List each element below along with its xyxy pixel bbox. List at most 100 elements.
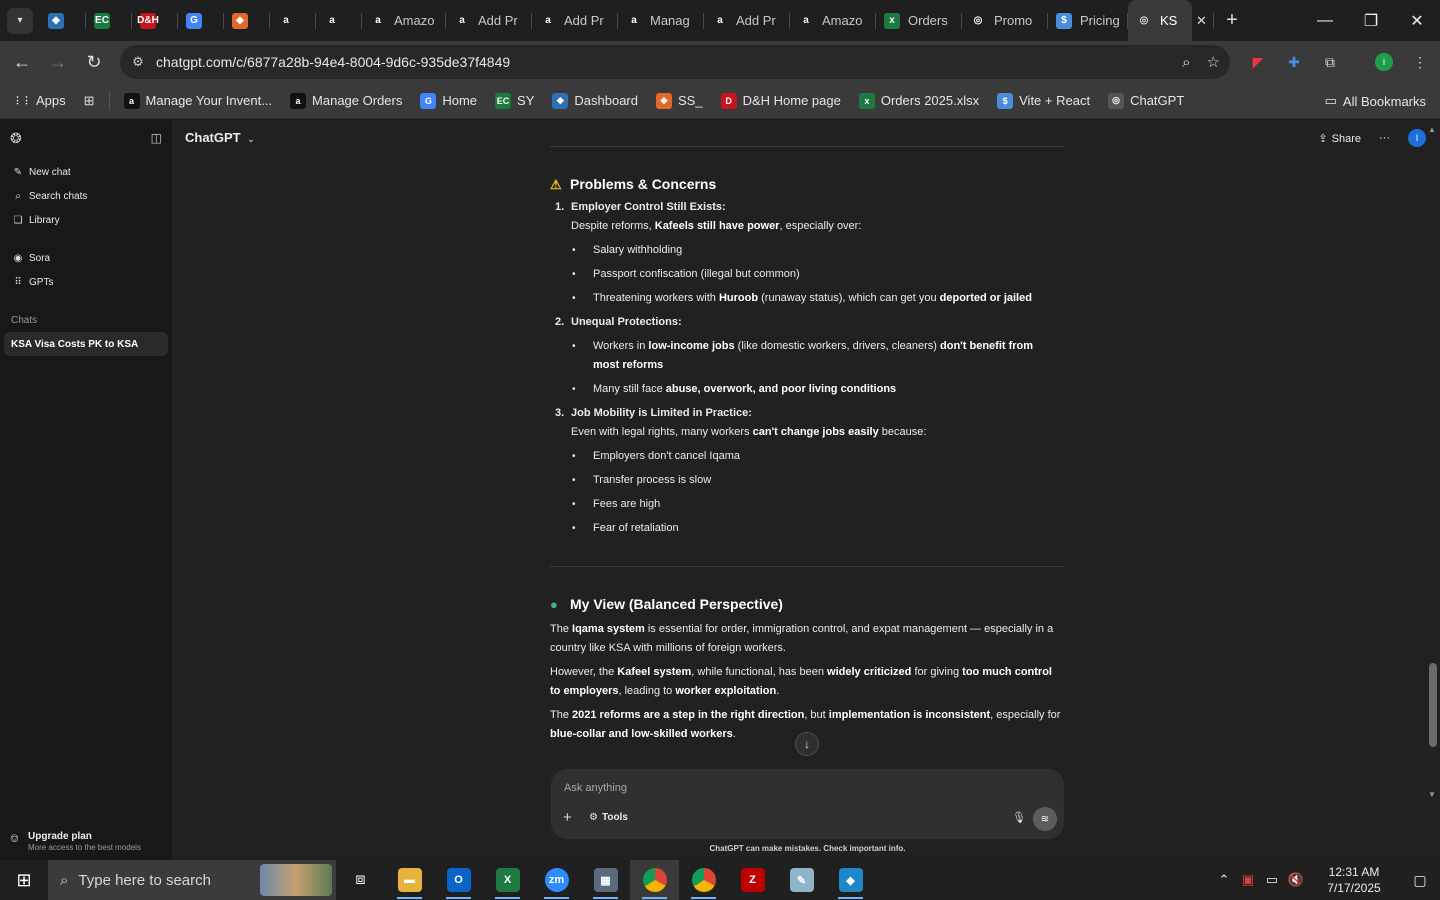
scroll-up-arrow[interactable]: ▲ xyxy=(1428,125,1436,134)
url-text[interactable]: chatgpt.com/c/6877a28b-94e4-8004-9d6c-93… xyxy=(156,54,510,70)
sidebar-item-search-chats[interactable]: ⌕ Search chats xyxy=(0,184,172,208)
bookmark-item[interactable]: G Home xyxy=(420,92,477,109)
bold-text: deported or jailed xyxy=(939,292,1032,304)
browser-tab[interactable]: a xyxy=(270,0,316,41)
zoom-icon[interactable]: ⌕ xyxy=(1182,54,1190,71)
close-window-button[interactable]: ✕ xyxy=(1394,0,1440,41)
taskbar-app-blue[interactable]: ◆ xyxy=(826,860,875,900)
taskbar-zoom[interactable]: zm xyxy=(532,860,581,900)
browser-tab[interactable]: a Add Pr xyxy=(532,0,618,41)
sidebar-item-new-chat[interactable]: ✎ New chat xyxy=(0,160,172,184)
bullet-icon: • xyxy=(572,499,576,510)
address-bar[interactable]: ⚙ chatgpt.com/c/6877a28b-94e4-8004-9d6c-… xyxy=(120,45,1230,79)
network-icon[interactable]: ▭ xyxy=(1260,872,1284,888)
browser-menu-button[interactable]: ⋮ xyxy=(1406,41,1434,83)
voice-mode-button[interactable]: ≋ xyxy=(1033,807,1057,831)
bookmark-item[interactable]: ◎ ChatGPT xyxy=(1108,92,1184,109)
forward-button[interactable]: → xyxy=(40,52,76,73)
extension-pdf-icon[interactable]: ◤ xyxy=(1244,41,1272,83)
upgrade-icon: ⎊ xyxy=(10,833,19,845)
browser-tab[interactable]: EC xyxy=(86,0,132,41)
browser-tab[interactable]: a Amazo xyxy=(362,0,446,41)
volume-muted-icon[interactable]: 🔇 xyxy=(1284,872,1308,888)
text: , while functional, has been xyxy=(691,666,828,678)
openai-logo-icon[interactable]: ❂ xyxy=(10,130,22,147)
prompt-input[interactable] xyxy=(564,778,984,798)
close-sidebar-icon[interactable]: ◫ xyxy=(151,131,162,145)
scroll-to-bottom-button[interactable]: ↓ xyxy=(795,732,819,756)
active-tab[interactable]: ◎ KS xyxy=(1128,0,1192,41)
scroll-down-arrow[interactable]: ▼ xyxy=(1428,790,1436,799)
network-alert-icon[interactable]: ▣ xyxy=(1236,872,1260,888)
browser-tab[interactable]: a Add Pr xyxy=(704,0,790,41)
user-avatar[interactable]: I xyxy=(1408,129,1426,147)
bookmark-star-icon[interactable]: ☆ xyxy=(1207,53,1220,71)
outlook-icon: O xyxy=(446,868,471,892)
site-info-icon[interactable]: ⚙ xyxy=(120,54,156,70)
taskbar-outlook[interactable]: O xyxy=(434,860,483,900)
back-button[interactable]: ← xyxy=(4,52,40,73)
bookmark-item[interactable]: a Manage Your Invent... xyxy=(123,92,272,109)
browser-tab[interactable]: D&H xyxy=(132,0,178,41)
taskbar-app-notepad[interactable]: ✎ xyxy=(777,860,826,900)
bullet-item: • Employers don't cancel Iqama xyxy=(550,447,1064,466)
share-button[interactable]: ⇪ Share xyxy=(1318,132,1361,145)
task-view-button[interactable]: ⧈ xyxy=(336,860,385,900)
tools-button[interactable]: ⚙ Tools xyxy=(589,812,628,823)
taskbar-chrome-active[interactable] xyxy=(630,860,679,900)
browser-tab[interactable]: ◈ xyxy=(224,0,270,41)
extension-blue-icon[interactable]: ✚ xyxy=(1280,41,1308,83)
more-options-button[interactable]: ··· xyxy=(1379,132,1390,144)
taskbar-search[interactable]: ⌕ Type here to search xyxy=(48,860,336,900)
page-scrollbar[interactable]: ▲ ▼ xyxy=(1426,120,1440,860)
bookmark-item[interactable]: ◆ Dashboard xyxy=(552,92,638,109)
clock[interactable]: 12:31 AM 7/17/2025 xyxy=(1314,864,1394,896)
extensions-puzzle-icon[interactable]: ⧉ xyxy=(1316,41,1344,83)
sidebar-item-library[interactable]: ❏ Library xyxy=(0,208,172,232)
taskbar-chrome[interactable] xyxy=(679,860,728,900)
bookmark-item[interactable]: D D&H Home page xyxy=(720,92,841,109)
bookmark-item[interactable]: ⋮⋮ Apps xyxy=(13,92,66,109)
reload-button[interactable]: ↻ xyxy=(76,52,112,73)
browser-tab[interactable]: a Amazo xyxy=(790,0,876,41)
taskbar-excel[interactable]: X xyxy=(483,860,532,900)
browser-tab[interactable]: ◆ xyxy=(40,0,86,41)
taskbar-filezilla[interactable]: Z xyxy=(728,860,777,900)
attach-plus-button[interactable]: + xyxy=(563,809,572,826)
browser-tab[interactable]: G xyxy=(178,0,224,41)
list-item-desc: Even with legal rights, many workers can… xyxy=(550,423,1064,442)
browser-tab[interactable]: a xyxy=(316,0,362,41)
browser-tab[interactable]: a Manag xyxy=(618,0,704,41)
taskbar-calculator[interactable]: ▦ xyxy=(581,860,630,900)
new-tab-button[interactable]: + xyxy=(1214,9,1250,32)
all-bookmarks-button[interactable]: ▭ All Bookmarks xyxy=(1325,83,1426,119)
bookmark-item[interactable]: EC SY xyxy=(495,92,534,109)
taskbar-file-explorer[interactable]: ▬ xyxy=(385,860,434,900)
browser-tab[interactable]: ◎ Promo xyxy=(962,0,1048,41)
browser-tab[interactable]: a Add Pr xyxy=(446,0,532,41)
bookmark-item[interactable]: ◈ SS_ xyxy=(656,92,703,109)
bookmark-item[interactable]: $ Vite + React xyxy=(997,92,1090,109)
sidebar-item-sora[interactable]: ◉ Sora xyxy=(0,246,172,270)
start-button[interactable]: ⊞ xyxy=(0,860,48,900)
browser-tab[interactable]: x Orders xyxy=(876,0,962,41)
upgrade-plan-button[interactable]: ⎊ Upgrade plan More access to the best m… xyxy=(10,831,141,852)
bookmark-item[interactable]: x Orders 2025.xlsx xyxy=(858,92,979,109)
tab-groups-icon[interactable]: ⊞ xyxy=(84,93,95,109)
sidebar-chat-active[interactable]: KSA Visa Costs PK to KSA xyxy=(4,332,168,356)
bold-text: blue-collar and low-skilled workers xyxy=(550,728,733,740)
sidebar-item-gpts[interactable]: ⠿ GPTs xyxy=(0,270,172,294)
close-tab-button[interactable]: ✕ xyxy=(1192,0,1214,41)
restore-button[interactable]: ❐ xyxy=(1348,0,1394,41)
notifications-icon[interactable]: ▢ xyxy=(1400,872,1440,889)
model-selector[interactable]: ChatGPT ⌄ xyxy=(185,130,255,145)
bookmark-item[interactable]: a Manage Orders xyxy=(290,92,402,109)
tab-search-button[interactable]: ▾ xyxy=(0,0,40,41)
microphone-icon[interactable]: 🎙 xyxy=(1012,811,1026,824)
profile-avatar[interactable]: i xyxy=(1370,41,1398,83)
bullet-item: • Passport confiscation (illegal but comm… xyxy=(550,265,1064,284)
browser-tab[interactable]: $ Pricing xyxy=(1048,0,1128,41)
show-hidden-icons-button[interactable]: ⌃ xyxy=(1212,872,1236,888)
minimize-button[interactable]: — xyxy=(1302,0,1348,41)
scrollbar-thumb[interactable] xyxy=(1429,663,1437,747)
